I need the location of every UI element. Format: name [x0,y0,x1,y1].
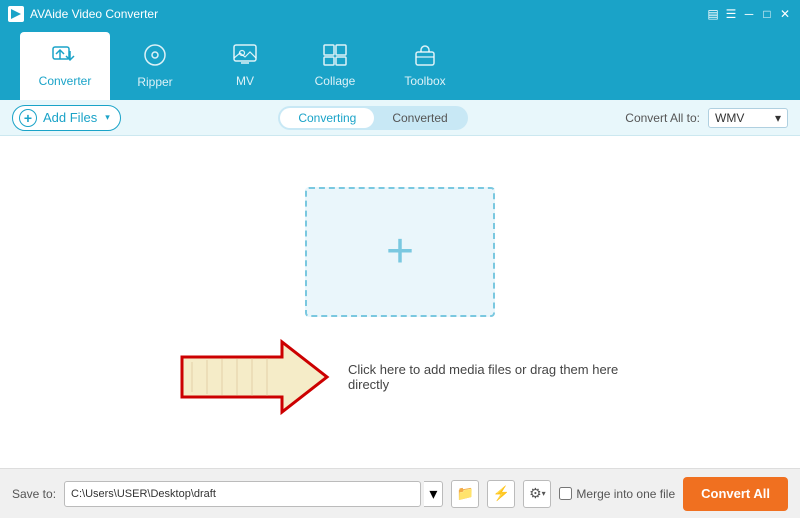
add-files-caret-icon: ▾ [105,112,110,123]
minimize-button[interactable]: ─ [742,7,756,21]
menu-icon[interactable]: ☰ [724,7,738,21]
save-path-input[interactable] [64,481,421,507]
nav-item-collage[interactable]: Collage [290,32,380,100]
ripper-icon [143,43,167,71]
nav-item-converter[interactable]: Converter [20,32,110,100]
app-title: AVAide Video Converter [30,7,158,21]
lightning-icon: ⚡ [493,485,510,502]
add-files-button[interactable]: + Add Files ▾ [12,105,121,131]
settings-caret: ▾ [542,489,546,498]
save-path-caret[interactable]: ▾ [424,481,443,507]
bottom-bar: Save to: ▾ 📁 ⚡ ⚙ ▾ Merge into one file C… [0,468,800,518]
convert-all-button[interactable]: Convert All [683,477,788,511]
plus-circle-icon: + [19,109,37,127]
collage-icon [323,44,347,70]
format-select-dropdown[interactable]: WMV ▾ [708,108,788,128]
merge-checkbox-area[interactable]: Merge into one file [559,487,675,501]
window-controls: ▤ ☰ ─ □ ✕ [706,7,792,21]
title-bar-left: AVAide Video Converter [8,6,158,22]
format-caret-icon: ▾ [775,111,781,125]
collage-label: Collage [315,74,356,88]
settings-icon: ⚙ [529,485,542,502]
close-button[interactable]: ✕ [778,7,792,21]
drop-hint-text: Click here to add media files or drag th… [348,362,628,392]
add-files-label: Add Files [43,110,97,125]
title-bar: AVAide Video Converter ▤ ☰ ─ □ ✕ [0,0,800,28]
arrow-hint-area: Click here to add media files or drag th… [172,337,628,417]
nav-item-mv[interactable]: MV [200,32,290,100]
nav-item-toolbox[interactable]: Toolbox [380,32,470,100]
maximize-button[interactable]: □ [760,7,774,21]
toolbox-icon [413,44,437,70]
save-to-label: Save to: [12,487,56,501]
toolbar-combined: + Add Files ▾ Converting Converted Conve… [0,100,800,136]
drop-zone-plus-icon: + [386,228,414,276]
chat-icon[interactable]: ▤ [706,7,720,21]
toolbox-label: Toolbox [404,74,445,88]
converter-icon [52,44,78,70]
main-content: + Click here to add media files or drag … [0,136,800,468]
tab-converted[interactable]: Converted [374,108,465,128]
mv-icon [233,44,257,70]
lightning-button[interactable]: ⚡ [487,480,515,508]
tab-group: Converting Converted [278,106,467,130]
drop-zone[interactable]: + [305,187,495,317]
folder-button[interactable]: 📁 [451,480,479,508]
app-icon [8,6,24,22]
merge-label: Merge into one file [576,487,675,501]
format-value: WMV [715,111,744,125]
hint-arrow-icon [172,337,332,417]
nav-bar: Converter Ripper MV [0,28,800,100]
converter-label: Converter [39,74,92,88]
mv-label: MV [236,74,254,88]
convert-all-to-section: Convert All to: WMV ▾ [625,108,788,128]
caret-down-icon: ▾ [429,484,437,504]
convert-all-to-label: Convert All to: [625,111,700,125]
nav-item-ripper[interactable]: Ripper [110,32,200,100]
tab-converting[interactable]: Converting [280,108,374,128]
ripper-label: Ripper [137,75,172,89]
settings-button[interactable]: ⚙ ▾ [523,480,551,508]
folder-icon: 📁 [457,485,474,502]
merge-checkbox-input[interactable] [559,487,572,500]
